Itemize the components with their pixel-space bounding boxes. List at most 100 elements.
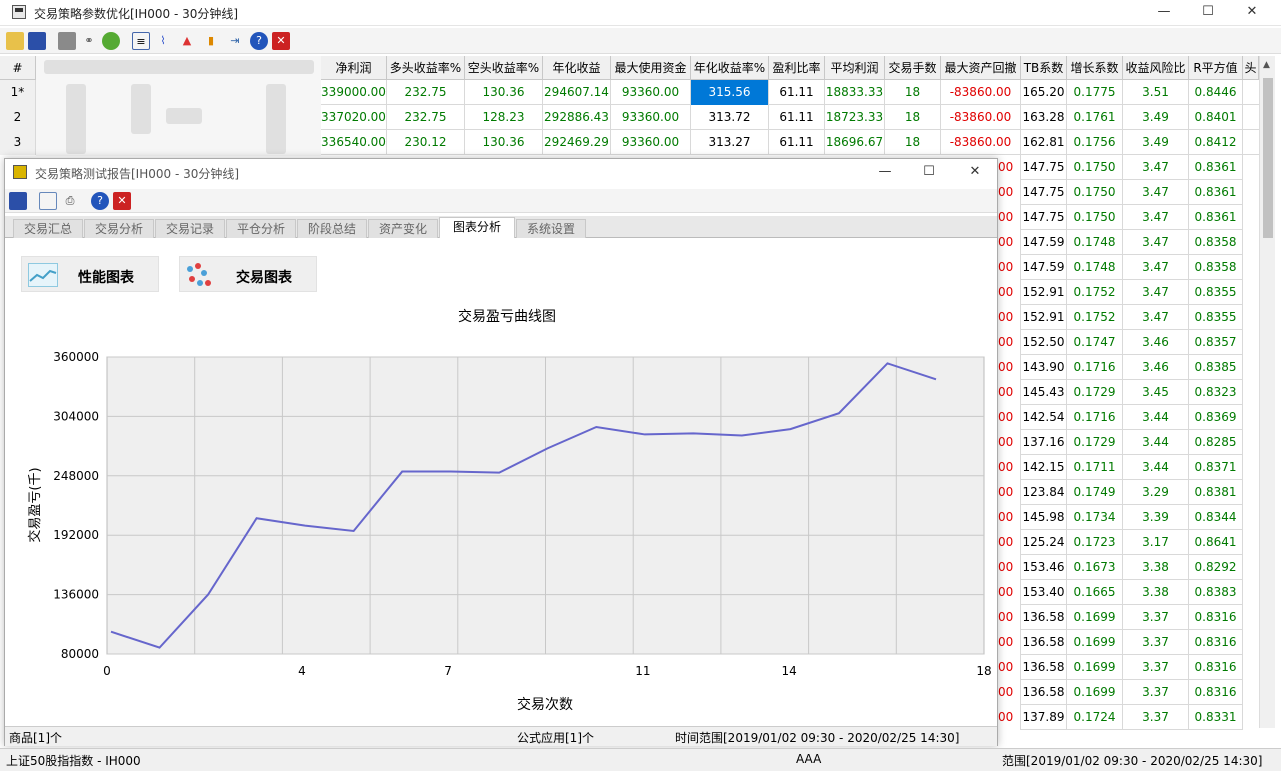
table-cell[interactable]: 0.1716 [1067, 405, 1123, 430]
table-cell[interactable]: -83860.00 [941, 130, 1021, 155]
drawdown-cell-partial[interactable]: 00 [998, 705, 1021, 730]
tab-period-summary[interactable]: 阶段总结 [297, 219, 367, 238]
drawdown-cell-partial[interactable]: 00 [998, 555, 1021, 580]
col-header-net-profit[interactable]: 净利润 [321, 56, 387, 80]
table-cell[interactable]: 147.59 [1021, 255, 1067, 280]
table-cell[interactable]: 0.8446 [1189, 80, 1243, 105]
exit-icon[interactable]: ✕ [272, 32, 290, 50]
table-cell[interactable]: 152.50 [1021, 330, 1067, 355]
col-header-avg-profit[interactable]: 平均利润 [825, 56, 885, 80]
drawdown-cell-partial[interactable]: 00 [998, 405, 1021, 430]
table-cell[interactable]: 3.45 [1123, 380, 1189, 405]
table-cell[interactable]: 3.38 [1123, 555, 1189, 580]
table-cell[interactable]: 0.1665 [1067, 580, 1123, 605]
close-icon[interactable]: ✕ [1244, 4, 1260, 20]
table-cell[interactable]: 3.39 [1123, 505, 1189, 530]
table-cell[interactable]: 0.1752 [1067, 280, 1123, 305]
table-cell[interactable]: 3.29 [1123, 480, 1189, 505]
table-cell[interactable]: 153.40 [1021, 580, 1067, 605]
table-cell[interactable]: 0.8358 [1189, 230, 1243, 255]
tab-close-analysis[interactable]: 平仓分析 [226, 219, 296, 238]
table-cell[interactable]: 3.37 [1123, 605, 1189, 630]
table-cell[interactable]: 3.46 [1123, 330, 1189, 355]
table-cell[interactable]: 18723.33 [825, 105, 885, 130]
table-cell[interactable]: 123.84 [1021, 480, 1067, 505]
table-cell[interactable]: 163.28 [1021, 105, 1067, 130]
table-cell[interactable]: 142.54 [1021, 405, 1067, 430]
table-cell[interactable]: 0.1673 [1067, 555, 1123, 580]
table-cell[interactable]: 137.16 [1021, 430, 1067, 455]
table-cell[interactable]: 0.1750 [1067, 205, 1123, 230]
table-cell[interactable]: 0.8401 [1189, 105, 1243, 130]
table-cell[interactable]: 0.8361 [1189, 180, 1243, 205]
performance-chart-button[interactable]: 性能图表 [21, 256, 159, 292]
drawdown-cell-partial[interactable]: 00 [998, 455, 1021, 480]
table-cell[interactable]: 339000.00 [321, 80, 387, 105]
drawdown-cell-partial[interactable]: 00 [998, 380, 1021, 405]
drawdown-cell-partial[interactable]: 00 [998, 630, 1021, 655]
drawdown-cell-partial[interactable]: 00 [998, 580, 1021, 605]
report-close-icon[interactable]: ✕ [967, 164, 983, 180]
table-cell[interactable]: 0.8358 [1189, 255, 1243, 280]
table-cell[interactable]: 147.75 [1021, 205, 1067, 230]
scrollbar-thumb[interactable] [1263, 78, 1273, 238]
table-cell[interactable]: 0.8285 [1189, 430, 1243, 455]
grid-vertical-scrollbar[interactable]: ▲ [1259, 56, 1275, 728]
table-cell[interactable]: 3.47 [1123, 280, 1189, 305]
table-cell[interactable]: 18 [885, 105, 941, 130]
table-cell[interactable]: 315.56 [691, 80, 769, 105]
table-cell[interactable]: 0.8355 [1189, 280, 1243, 305]
table-cell[interactable]: 137.89 [1021, 705, 1067, 730]
link-icon[interactable]: ⚭ [80, 32, 98, 50]
table-cell[interactable]: 3.46 [1123, 355, 1189, 380]
table-cell[interactable]: 0.8316 [1189, 680, 1243, 705]
table-cell[interactable]: 3.44 [1123, 430, 1189, 455]
table-cell[interactable]: 162.81 [1021, 130, 1067, 155]
table-cell[interactable]: 292469.29 [543, 130, 611, 155]
col-header-r-squared[interactable]: R平方值 [1189, 56, 1243, 80]
table-cell[interactable]: 3.44 [1123, 455, 1189, 480]
col-header-max-capital[interactable]: 最大使用资金 [611, 56, 691, 80]
drawdown-cell-partial[interactable]: 00 [998, 205, 1021, 230]
table-cell[interactable]: 61.11 [769, 105, 825, 130]
report-maximize-icon[interactable]: ☐ [921, 164, 937, 180]
table-cell[interactable]: 0.8344 [1189, 505, 1243, 530]
table-cell[interactable]: 0.8316 [1189, 655, 1243, 680]
table-cell[interactable]: 136.58 [1021, 605, 1067, 630]
table-cell[interactable]: 3.51 [1123, 80, 1189, 105]
table-cell[interactable]: 142.15 [1021, 455, 1067, 480]
table-cell[interactable]: 3.37 [1123, 705, 1189, 730]
table-cell[interactable]: 3.47 [1123, 305, 1189, 330]
table-cell[interactable]: 3.37 [1123, 680, 1189, 705]
table-cell[interactable]: 0.8361 [1189, 155, 1243, 180]
table-cell[interactable]: 0.1761 [1067, 105, 1123, 130]
drawdown-cell-partial[interactable]: 00 [998, 430, 1021, 455]
table-cell[interactable]: 136.58 [1021, 655, 1067, 680]
table-cell[interactable]: 128.23 [465, 105, 543, 130]
table-cell[interactable]: 93360.00 [611, 130, 691, 155]
col-header-more[interactable]: 头 [1243, 56, 1259, 80]
table-cell[interactable]: 61.11 [769, 130, 825, 155]
table-cell[interactable]: 130.36 [465, 130, 543, 155]
table-cell[interactable]: 0.1747 [1067, 330, 1123, 355]
drawdown-cell-partial[interactable]: 00 [998, 605, 1021, 630]
trade-chart-button[interactable]: 交易图表 [179, 256, 317, 292]
drawdown-cell-partial[interactable]: 00 [998, 505, 1021, 530]
table-cell[interactable]: 0.8412 [1189, 130, 1243, 155]
table-cell[interactable]: 93360.00 [611, 105, 691, 130]
table-cell[interactable]: 0.8361 [1189, 205, 1243, 230]
table-cell[interactable]: 3.47 [1123, 255, 1189, 280]
table-cell[interactable]: 0.8381 [1189, 480, 1243, 505]
table-cell[interactable]: 0.1699 [1067, 680, 1123, 705]
col-header-max-drawdown[interactable]: 最大资产回撤 [941, 56, 1021, 80]
chart-line-icon[interactable]: ⌇ [154, 32, 172, 50]
table-cell[interactable]: 153.46 [1021, 555, 1067, 580]
table-cell[interactable]: 0.1724 [1067, 705, 1123, 730]
drawdown-cell-partial[interactable]: 00 [998, 255, 1021, 280]
row-index[interactable]: 2 [0, 105, 36, 130]
table-cell[interactable]: 147.59 [1021, 230, 1067, 255]
help-icon[interactable]: ? [250, 32, 268, 50]
table-cell[interactable]: 230.12 [387, 130, 465, 155]
print-icon[interactable]: ⎙ [61, 192, 79, 210]
report-help-icon[interactable]: ? [91, 192, 109, 210]
